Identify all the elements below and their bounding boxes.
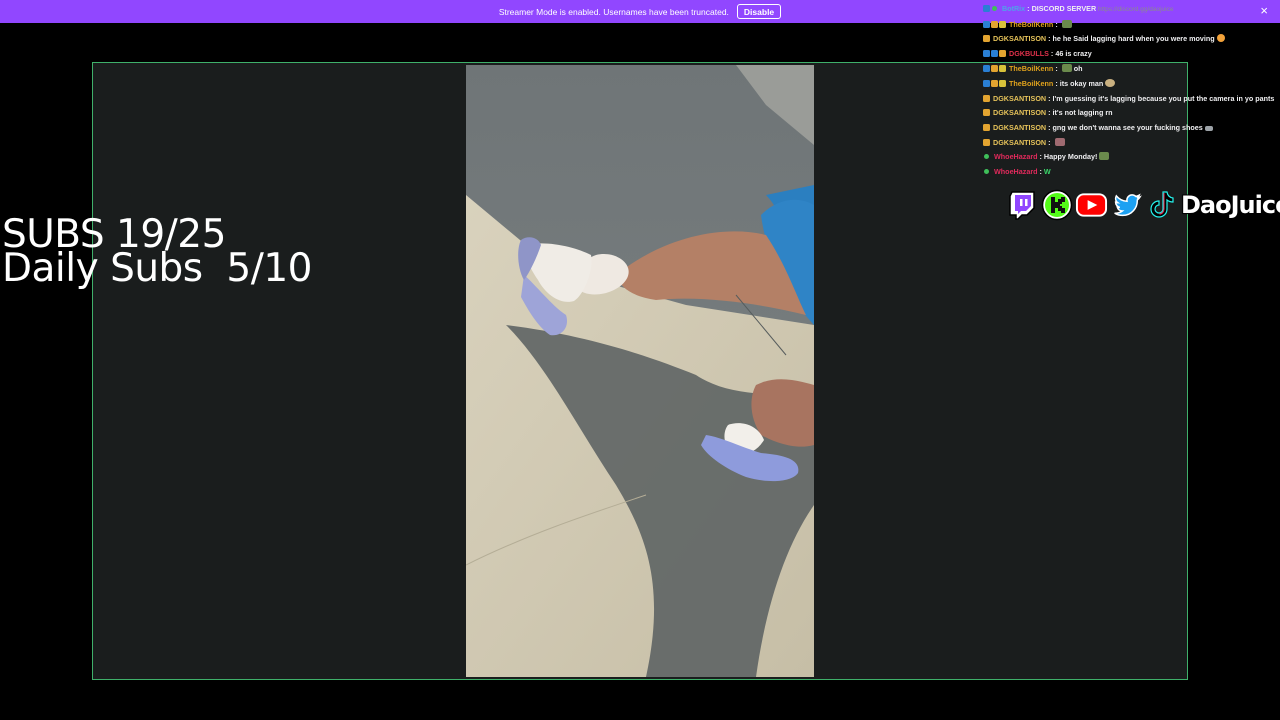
camera-video xyxy=(466,65,814,677)
chat-message-text: 46 is crazy xyxy=(1055,49,1092,59)
social-bar: DaoJuice xyxy=(1005,186,1280,224)
chat-emote-icon xyxy=(1105,78,1116,87)
chat-separator: : xyxy=(1053,63,1060,73)
status-dot-icon xyxy=(984,154,989,160)
chat-badge-icon xyxy=(983,64,990,72)
chat-emote-icon xyxy=(1061,63,1072,72)
chat-message: TheBoilKenn : xyxy=(983,18,1275,33)
chat-message: DGKSANTISON : it's not lagging rn xyxy=(983,106,1275,121)
chat-username[interactable]: DGKSANTISON xyxy=(993,123,1046,132)
chat-message-text: oh xyxy=(1073,63,1083,73)
chat-message-text: DISCORD SERVER xyxy=(1031,4,1097,13)
chat-link[interactable]: https://discord.gg/daojuice xyxy=(1096,6,1174,13)
chat-username[interactable]: TheBoilKenn xyxy=(1009,20,1053,29)
chat-badge-icon xyxy=(983,5,990,12)
kick-icon xyxy=(1040,189,1073,222)
chat-badge-icon xyxy=(999,64,1006,72)
chat-badge-icon xyxy=(999,79,1006,87)
chat-message: DGKSANTISON : gng we don't wanna see you… xyxy=(983,121,1275,136)
chat-badge-icon xyxy=(991,64,998,72)
chat-username[interactable]: BotRix xyxy=(1002,4,1025,13)
chat-emote-icon xyxy=(1054,137,1065,146)
disable-button[interactable]: Disable xyxy=(736,4,782,19)
twitter-icon xyxy=(1110,189,1143,222)
chat-badge-icon xyxy=(991,79,998,87)
chat-message-text: he he Said lagging hard when you were mo… xyxy=(1052,34,1215,44)
chat-badge-icon xyxy=(983,95,990,103)
chat-username[interactable]: TheBoilKenn xyxy=(1009,79,1053,88)
chat-username[interactable]: DGKBULLS xyxy=(1009,49,1049,58)
chat-overlay: BotRix : DISCORD SERVER https://discord.… xyxy=(983,2,1275,180)
chat-message: DGKBULLS : 46 is crazy xyxy=(983,47,1275,62)
chat-username[interactable]: DGKSANTISON xyxy=(993,138,1046,147)
chat-badge-icon xyxy=(983,79,990,87)
chat-message-text: it's not lagging rn xyxy=(1052,108,1113,118)
chat-message: DGKSANTISON : he he Said lagging hard wh… xyxy=(983,32,1275,47)
chat-badge-icon xyxy=(983,123,990,131)
chat-username[interactable]: WhoeHazard xyxy=(994,167,1038,176)
chat-separator: : xyxy=(1053,19,1060,29)
status-dot-icon xyxy=(984,169,989,175)
chat-emote-icon xyxy=(1099,152,1110,161)
chat-badge-icon xyxy=(983,138,990,146)
status-dot-icon xyxy=(992,6,997,11)
twitch-icon xyxy=(1005,189,1038,222)
subs-counter: SUBS 19/25 Daily Subs 5/10 xyxy=(2,215,313,291)
chat-message: WhoeHazard : Happy Monday! xyxy=(983,150,1275,165)
chat-username[interactable]: WhoeHazard xyxy=(994,152,1038,161)
chat-message: DGKSANTISON : I'm guessing it's lagging … xyxy=(983,91,1275,106)
chat-message-text: I'm guessing it's lagging because you pu… xyxy=(1052,94,1275,104)
chat-username[interactable]: TheBoilKenn xyxy=(1009,64,1053,73)
chat-badge-icon xyxy=(983,50,990,58)
chat-message-text: Happy Monday! xyxy=(1043,152,1098,162)
chat-message: WhoeHazard : W xyxy=(983,165,1275,180)
chat-badge-icon xyxy=(999,20,1006,28)
banner-message: Streamer Mode is enabled. Usernames have… xyxy=(498,6,729,17)
tiktok-icon xyxy=(1145,189,1178,222)
daily-subs-goal: Daily Subs 5/10 xyxy=(2,246,313,291)
chat-badge-icon xyxy=(983,35,990,43)
chat-message: BotRix : DISCORD SERVER https://discord.… xyxy=(983,2,1275,18)
youtube-icon xyxy=(1075,189,1108,222)
chat-badge-icon xyxy=(999,50,1006,58)
chat-badge-icon xyxy=(983,20,990,28)
brand-name: DaoJuice xyxy=(1180,190,1280,220)
chat-badge-icon xyxy=(983,109,990,117)
chat-emote-icon xyxy=(1061,19,1072,28)
chat-username[interactable]: DGKSANTISON xyxy=(993,34,1046,43)
stream-view: Streamer Mode is enabled. Usernames have… xyxy=(0,0,1280,720)
chat-separator: : xyxy=(1046,137,1053,147)
chat-message-text: its okay man xyxy=(1059,78,1104,88)
chat-message-text: gng we don't wanna see your fucking shoe… xyxy=(1052,122,1203,132)
chat-badge-icon xyxy=(991,50,998,58)
chat-emote-icon xyxy=(1204,125,1213,131)
chat-message: TheBoilKenn : oh xyxy=(983,62,1275,77)
chat-username[interactable]: DGKSANTISON xyxy=(993,94,1046,103)
chat-username[interactable]: DGKSANTISON xyxy=(993,108,1046,117)
chat-message: DGKSANTISON : xyxy=(983,136,1275,151)
chat-message-text: W xyxy=(1043,167,1051,177)
chat-emote-icon xyxy=(1216,34,1225,43)
chat-message: TheBoilKenn : its okay man xyxy=(983,77,1275,92)
chat-badge-icon xyxy=(991,20,998,28)
